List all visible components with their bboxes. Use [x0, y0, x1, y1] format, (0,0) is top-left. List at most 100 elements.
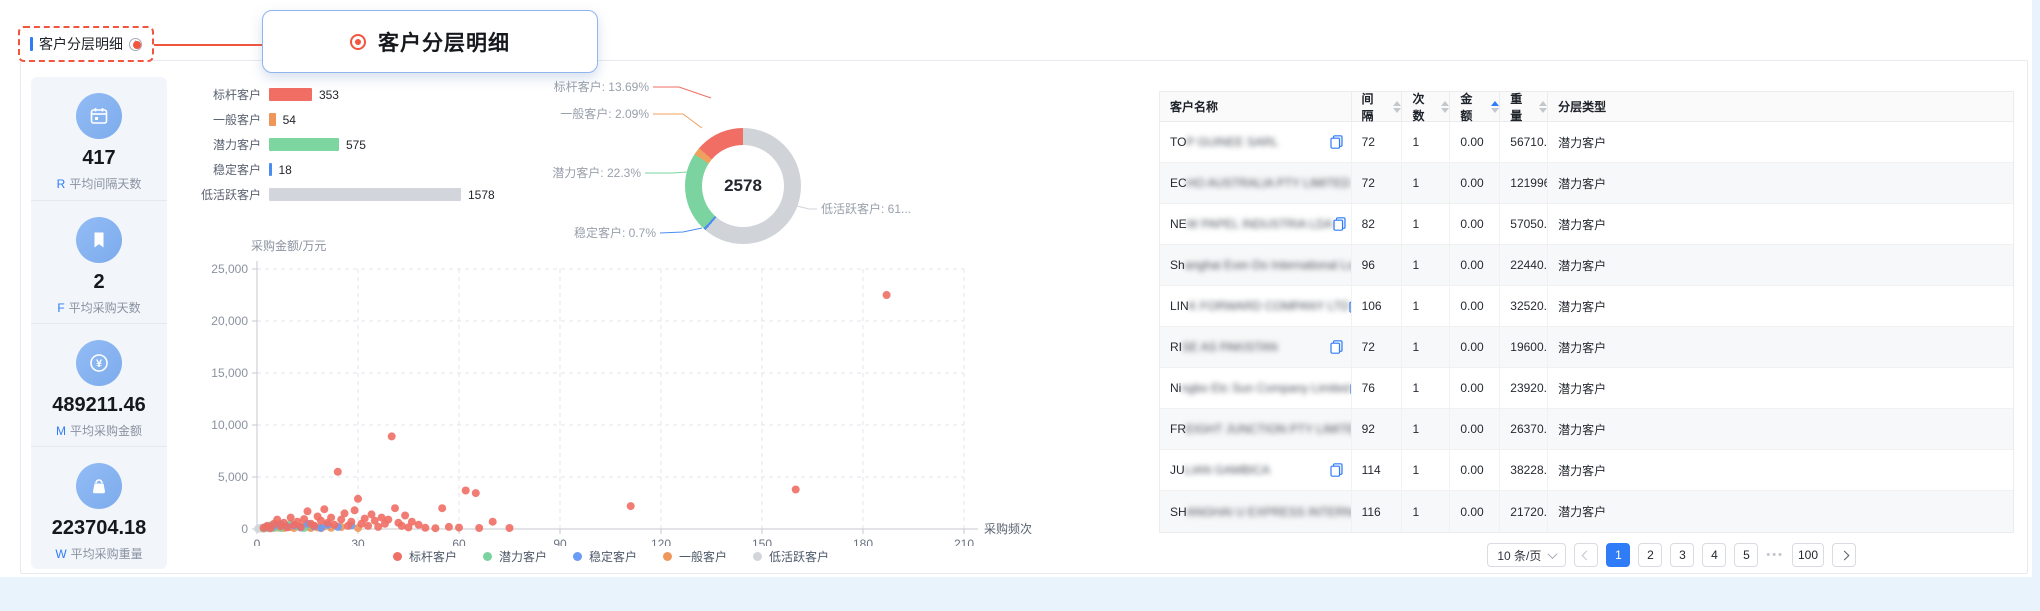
- cell-customer-name: Ningbo Etc Sun Company Limited: [1160, 368, 1352, 408]
- table-row: Shanghai Ever-Do International Logistics…: [1160, 245, 2013, 286]
- callout-title: 客户分层明细: [378, 27, 510, 57]
- donut-leader-line: [797, 206, 817, 209]
- cell-interval: 114: [1352, 450, 1403, 490]
- legend-item[interactable]: 一般客户: [663, 548, 727, 565]
- sort-desc-icon[interactable]: [1539, 108, 1547, 113]
- bar-rect: [269, 163, 272, 176]
- scatter-point: [287, 514, 295, 522]
- column-header-4[interactable]: 金额: [1450, 92, 1500, 121]
- target-dot-icon: [350, 34, 366, 50]
- bar-row: 低活跃客户1578: [171, 188, 601, 201]
- name-blurred: anghai Ever-Do International Logistics: [1185, 258, 1352, 272]
- copy-icon[interactable]: [1330, 463, 1343, 477]
- legend-item[interactable]: 标杆客户: [393, 548, 457, 565]
- svg-text:180: 180: [853, 537, 873, 546]
- page-size-select[interactable]: 10 条/页: [1487, 543, 1566, 567]
- cell-segment-type: 潜力客户: [1548, 286, 2013, 326]
- copy-icon[interactable]: [1333, 217, 1346, 231]
- svg-text:210: 210: [954, 537, 974, 546]
- cell-weight: 57050.00: [1500, 204, 1548, 244]
- svg-text:20,000: 20,000: [211, 314, 248, 328]
- cell-count: 1: [1402, 163, 1450, 203]
- svg-text:30: 30: [351, 537, 365, 546]
- cell-customer-name: RISE AS PAKISTAN: [1160, 327, 1352, 367]
- more-pages-ellipsis[interactable]: •••: [1766, 549, 1784, 561]
- cell-amount: 0.00: [1450, 368, 1500, 408]
- page-button-5[interactable]: 5: [1734, 543, 1758, 567]
- customer-table: 客户名称间隔次数金额重量分层类型TOP GUINEE SARL7210.0056…: [1159, 91, 2014, 533]
- bookmark-icon: [76, 217, 122, 263]
- legend-item[interactable]: 潜力客户: [483, 548, 547, 565]
- legend-item[interactable]: 稳定客户: [573, 548, 637, 565]
- cell-amount: 0.00: [1450, 204, 1500, 244]
- table-row: FREIGHT JUNCTION PTY LIMITED9210.0026370…: [1160, 409, 2013, 450]
- legend-item[interactable]: 低活跃客户: [753, 548, 829, 565]
- table-row: JULIAN GAMBICA11410.0038228.00潜力客户: [1160, 450, 2013, 491]
- page-button-3[interactable]: 3: [1670, 543, 1694, 567]
- cell-segment-type: 潜力客户: [1548, 450, 2013, 490]
- sort-asc-icon[interactable]: [1441, 101, 1449, 106]
- bar-category: 一般客户: [171, 111, 269, 128]
- donut-leader-line: [660, 228, 702, 233]
- cell-weight: 56710.00: [1500, 122, 1548, 162]
- cell-count: 1: [1402, 368, 1450, 408]
- chevron-down-icon: [1548, 549, 1558, 559]
- cell-weight: 23920.20: [1500, 368, 1548, 408]
- copy-icon[interactable]: [1330, 135, 1343, 149]
- scatter-point: [347, 518, 355, 526]
- sort-asc-icon[interactable]: [1539, 101, 1547, 106]
- cell-segment-type: 潜力客户: [1548, 368, 2013, 408]
- bar-value: 1578: [468, 188, 495, 202]
- svg-text:150: 150: [752, 537, 772, 546]
- sort-carets[interactable]: [1539, 101, 1547, 113]
- sort-desc-icon[interactable]: [1491, 108, 1499, 113]
- sort-carets[interactable]: [1491, 101, 1499, 113]
- scatter-point: [354, 495, 362, 503]
- table-row: RISE AS PAKISTAN7210.0019600.00潜力客户: [1160, 327, 2013, 368]
- cell-customer-name: LINK FORWARD COMPANY LTD: [1160, 286, 1352, 326]
- column-label: 金额: [1460, 90, 1481, 124]
- sort-asc-icon[interactable]: [1393, 101, 1401, 106]
- kpi-value: 223704.18: [52, 517, 147, 540]
- sort-asc-icon[interactable]: [1491, 101, 1499, 106]
- table-row: TOP GUINEE SARL7210.0056710.00潜力客户: [1160, 122, 2013, 163]
- legend-dot: [663, 552, 672, 561]
- next-page-button[interactable]: [1832, 543, 1856, 567]
- svg-text:0: 0: [254, 537, 261, 546]
- sort-desc-icon[interactable]: [1393, 108, 1401, 113]
- bar-rect: [269, 138, 339, 151]
- page-button-last[interactable]: 100: [1792, 543, 1824, 567]
- scatter-point: [304, 507, 312, 515]
- customer-segment-dashboard: 客户分层明细 ! 客户分层明细 417R平均间隔天数2F平均采购天数¥48921…: [0, 0, 2040, 611]
- page-button-4[interactable]: 4: [1702, 543, 1726, 567]
- page-button-2[interactable]: 2: [1638, 543, 1662, 567]
- copy-icon[interactable]: [1330, 340, 1343, 354]
- kpi-label: R平均间隔天数: [57, 175, 142, 192]
- cell-interval: 96: [1352, 245, 1403, 285]
- cell-count: 1: [1402, 122, 1450, 162]
- prev-page-button[interactable]: [1574, 543, 1598, 567]
- scatter-point: [327, 514, 335, 522]
- scatter-point: [320, 505, 328, 513]
- sort-desc-icon[interactable]: [1441, 108, 1449, 113]
- column-header-3[interactable]: 次数: [1402, 92, 1450, 121]
- column-header-5[interactable]: 重量: [1500, 92, 1548, 121]
- scatter-point: [384, 516, 392, 524]
- donut-hole: 2578: [702, 145, 784, 227]
- sort-carets[interactable]: [1441, 101, 1449, 113]
- kpi-r: 417R平均间隔天数: [31, 77, 167, 200]
- cell-amount: 0.00: [1450, 450, 1500, 490]
- page-button-1[interactable]: 1: [1606, 543, 1630, 567]
- scatter-svg: 05,00010,00015,00020,00025,0000306090120…: [196, 236, 1076, 546]
- svg-text:60: 60: [452, 537, 466, 546]
- bar-value: 54: [283, 113, 296, 127]
- sort-carets[interactable]: [1393, 101, 1401, 113]
- bar-row: 潜力客户575: [171, 138, 601, 151]
- section-title: 客户分层明细: [39, 34, 123, 54]
- scatter-point: [364, 522, 372, 530]
- kpi-f: 2F平均采购天数: [31, 200, 167, 323]
- scatter-point: [627, 502, 635, 510]
- column-header-2[interactable]: 间隔: [1352, 92, 1403, 121]
- cell-interval: 72: [1352, 163, 1403, 203]
- legend-label: 潜力客户: [499, 548, 547, 565]
